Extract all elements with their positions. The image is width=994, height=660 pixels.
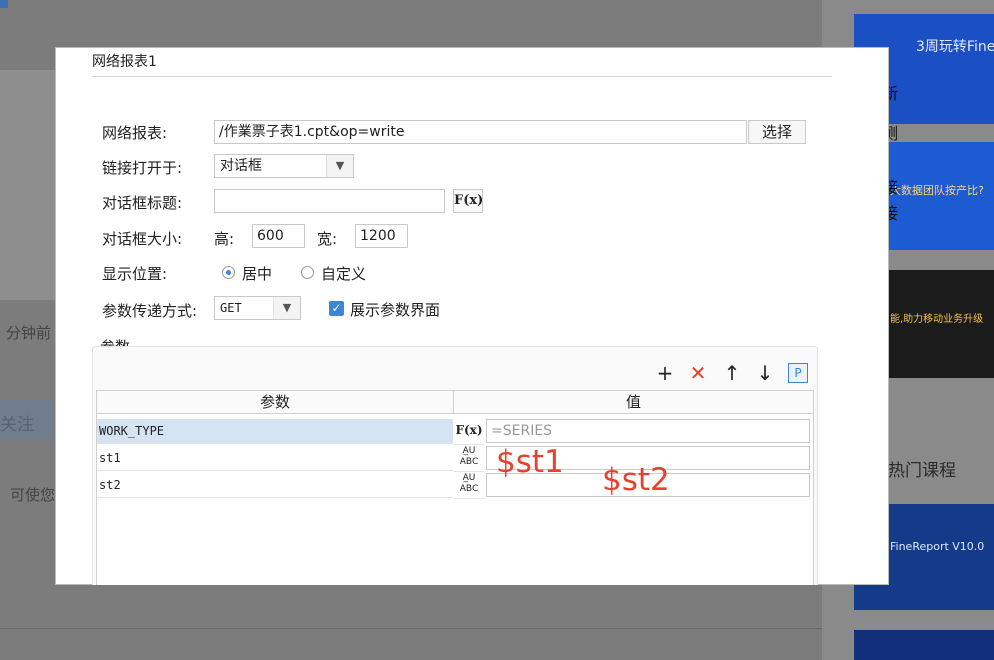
open-in-value: 对话框 [220, 158, 262, 174]
open-in-label: 链接打开于: [102, 159, 183, 177]
formula-type-icon[interactable]: F(x) [454, 419, 484, 445]
chevron-down-icon[interactable]: ▼ [326, 155, 353, 177]
report-path-input[interactable]: /作業票子表1.cpt&op=write [214, 120, 747, 144]
width-input[interactable]: 1200 [355, 224, 408, 248]
width-label: 宽: [317, 230, 338, 248]
move-up-icon[interactable]: ↑ [722, 363, 742, 383]
position-center-label[interactable]: 居中 [242, 263, 272, 284]
network-report-dialog: 网络报表1 网络报表: /作業票子表1.cpt&op=write 选择 链接打开… [56, 48, 888, 585]
text-type-icon[interactable]: A̲U ABC [454, 473, 484, 499]
bg-divider [0, 628, 822, 629]
param-method-label: 参数传递方式: [102, 302, 198, 320]
delete-icon[interactable]: ✕ [688, 363, 708, 383]
value-header: 值 [454, 391, 813, 414]
show-param-ui-checkbox[interactable]: ✓ [329, 301, 344, 316]
show-param-ui-label[interactable]: 展示参数界面 [350, 299, 440, 320]
report-label: 网络报表: [102, 124, 168, 142]
position-custom-label[interactable]: 自定义 [321, 263, 366, 284]
table-row[interactable]: WORK_TYPE F(x) =SERIES [97, 419, 813, 445]
move-down-icon[interactable]: ↓ [755, 363, 775, 383]
hot-courses-title: 热门课程 [888, 461, 956, 481]
param-p-icon[interactable]: P [788, 363, 808, 383]
annotation-st1: $st1 [496, 444, 564, 480]
annotation-st2: $st2 [602, 462, 670, 498]
text-type-icon[interactable]: A̲U ABC [454, 446, 484, 472]
param-method-value: GET [220, 301, 242, 315]
dialog-size-label: 对话框大小: [102, 230, 183, 248]
param-method-select[interactable]: GET ▼ [214, 296, 301, 320]
title-divider [92, 76, 832, 77]
position-label: 显示位置: [102, 265, 168, 283]
param-name-cell[interactable]: st2 [97, 473, 453, 498]
dialog-title-label: 对话框标题: [102, 194, 183, 212]
open-in-select[interactable]: 对话框 ▼ [214, 154, 354, 178]
chevron-down-icon[interactable]: ▼ [273, 297, 300, 319]
dialog-title: 网络报表1 [92, 54, 157, 70]
params-table: 参数 值 WORK_TYPE F(x) =SERIES st1 A̲U ABC s… [96, 390, 814, 585]
select-button[interactable]: 选择 [748, 120, 806, 144]
param-name-cell[interactable]: WORK_TYPE [97, 419, 453, 444]
banner-bottom[interactable] [854, 630, 994, 660]
formula-button[interactable]: F(x) [453, 189, 483, 213]
param-value-input[interactable]: =SERIES [486, 419, 810, 443]
param-header: 参数 [97, 391, 454, 414]
bg-follow-button: 关注 [0, 400, 54, 440]
table-row[interactable]: st2 A̲U ABC [97, 473, 813, 499]
height-input[interactable]: 600 [252, 224, 305, 248]
add-icon[interactable]: + [655, 363, 675, 383]
param-name-cell[interactable]: st1 [97, 446, 453, 471]
height-label: 高: [214, 230, 235, 248]
bg-time-ago: 分钟前 [6, 324, 52, 342]
bg-hint: 可使您 [10, 486, 56, 504]
position-custom-radio[interactable] [301, 266, 314, 279]
table-row[interactable]: st1 A̲U ABC [97, 446, 813, 472]
position-center-radio[interactable] [222, 266, 235, 279]
page-logo [0, 0, 8, 8]
dialog-title-input[interactable] [214, 189, 445, 213]
